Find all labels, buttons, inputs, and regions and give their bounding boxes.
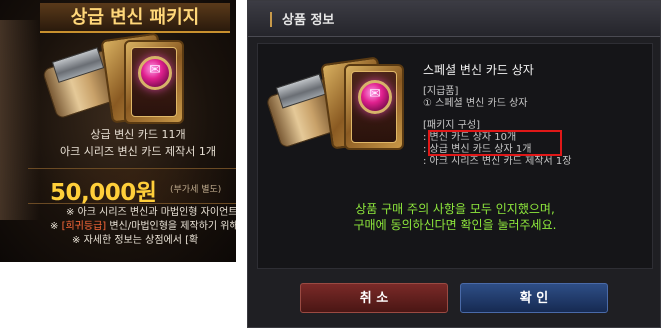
notice-line: ※ [희귀등급] 변신/마법인형을 제작하기 위해 [50,221,236,232]
envelope-icon: ✉ [369,86,381,102]
notice-list: ※ 아크 시리즈 변신과 마법인형 자이언트 ※ [희귀등급] 변신/마법인형을… [50,206,236,248]
card-front-icon: ✉ [344,64,404,150]
card-front-icon: ✉ [124,40,184,124]
dialog-body: ✉ 스페셜 변신 카드 상자 [지급품] ① 스페셜 변신 카드 상자 [패키지… [257,43,653,269]
confirm-message: 상품 구매 주의 사항을 모두 인지했으며, 구매에 동의하신다면 확인을 눌러… [258,201,652,233]
given-item: ① 스페셜 변신 카드 상자 [423,98,528,109]
contents-line-1: 상급 변신 카드 11개 [90,128,186,141]
package-title: 상급 변신 패키지 [40,3,230,33]
notice-line: ※ 아크 시리즈 변신과 마법인형 자이언트 [66,207,236,218]
header-accent [270,12,272,27]
shop-package-card[interactable]: 상급 변신 패키지 ✉ 상급 변신 카드 11개 아크 시리즈 변신 카드 제작… [0,0,236,262]
notice-line: ※ 자세한 정보는 상점에서 [확 [72,235,199,246]
package-contents: 상급 변신 카드 11개 아크 시리즈 변신 카드 제작서 1개 [40,126,236,160]
given-label: [지급품] [423,86,459,97]
package-item: : 아크 시리즈 변신 카드 제작서 1장 [423,156,572,167]
confirm-button[interactable]: 확 인 [460,283,608,313]
confirm-line-1: 상품 구매 주의 사항을 모두 인지했으며, [355,202,555,216]
product-info-dialog: 상품 정보 ✉ 스페셜 변신 카드 상자 [지급품] ① 스페셜 변신 카드 상… [247,0,661,328]
envelope-icon: ✉ [149,62,161,78]
price-row: 50,000원 (부가세 별도) [28,168,236,206]
product-art: ✉ [265,54,412,154]
package-art: ✉ [41,32,198,126]
cancel-button[interactable]: 취 소 [300,283,448,313]
dialog-title: 상품 정보 [282,13,335,28]
price: 50,000원 [50,180,157,206]
price-note: (부가세 별도) [170,185,222,195]
highlight-box [428,130,562,156]
contents-line-2: 아크 시리즈 변신 카드 제작서 1개 [59,145,217,158]
dialog-header: 상품 정보 [248,1,660,37]
product-name: 스페셜 변신 카드 상자 [423,63,534,77]
confirm-line-2: 구매에 동의하신다면 확인을 눌러주세요. [353,218,557,232]
